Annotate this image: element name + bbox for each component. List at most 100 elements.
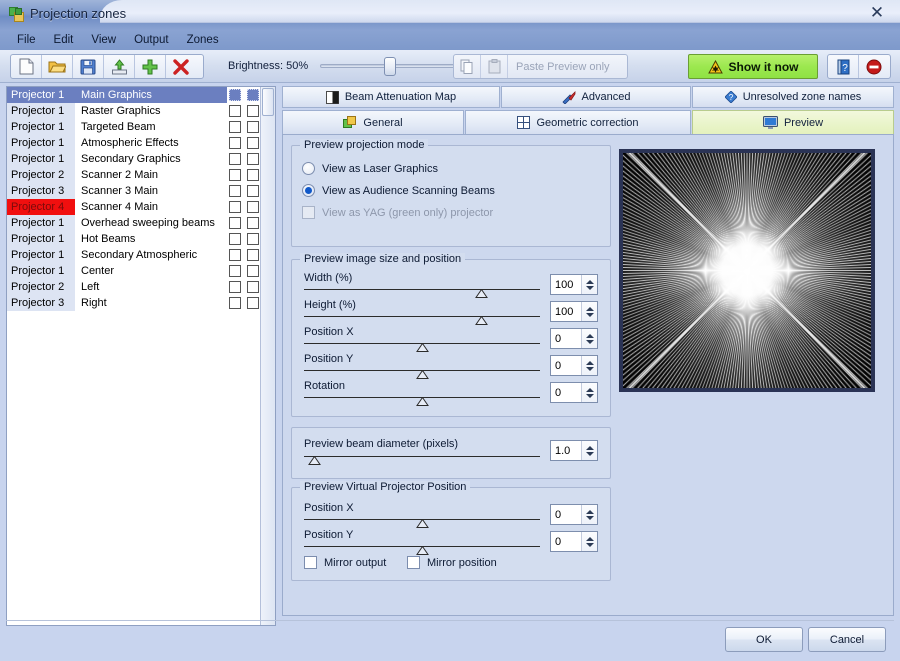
stop-prohibited-icon[interactable] bbox=[859, 55, 889, 78]
zone-list-item[interactable]: Projector 3Scanner 3 Main bbox=[7, 183, 275, 199]
menu-zones[interactable]: Zones bbox=[178, 32, 228, 48]
zone-checkbox-b[interactable] bbox=[247, 281, 259, 293]
brightness-slider[interactable] bbox=[320, 64, 460, 68]
tab-unresolved-zone-names[interactable]: ? Unresolved zone names bbox=[692, 86, 894, 108]
spinner-down-icon[interactable] bbox=[586, 452, 594, 456]
zone-checkbox-a[interactable] bbox=[229, 265, 241, 277]
spinner-down-icon[interactable] bbox=[586, 367, 594, 371]
zone-checkbox-a[interactable] bbox=[229, 281, 241, 293]
spinner-up-icon[interactable] bbox=[586, 280, 594, 284]
zone-list-item[interactable]: Projector 1Hot Beams bbox=[7, 231, 275, 247]
zone-checkbox-b[interactable] bbox=[247, 249, 259, 261]
laser-preview-render[interactable] bbox=[619, 149, 875, 392]
zone-checkbox-b[interactable] bbox=[247, 217, 259, 229]
slider-spinner[interactable]: 0 bbox=[550, 504, 598, 525]
add-button[interactable] bbox=[135, 55, 166, 78]
zone-list-item[interactable]: Projector 3Right bbox=[7, 295, 275, 311]
slider-spinner[interactable]: 100 bbox=[550, 274, 598, 295]
checkbox-mirror-output[interactable] bbox=[304, 556, 317, 569]
menu-file[interactable]: File bbox=[8, 32, 45, 48]
zone-checkbox-b[interactable] bbox=[247, 121, 259, 133]
tab-general[interactable]: General bbox=[282, 110, 464, 135]
spinner-down-icon[interactable] bbox=[586, 286, 594, 290]
show-it-now-button[interactable]: Show it now bbox=[688, 54, 818, 79]
ok-button[interactable]: OK bbox=[725, 627, 803, 652]
radio-view-audience-scanning[interactable] bbox=[302, 184, 315, 197]
spinner-arrows[interactable] bbox=[581, 532, 597, 551]
spinner-down-icon[interactable] bbox=[586, 313, 594, 317]
export-button[interactable] bbox=[104, 55, 135, 78]
option-mirror-position[interactable]: Mirror position bbox=[407, 556, 497, 569]
copy-pages-icon[interactable] bbox=[454, 55, 481, 78]
spinner-down-icon[interactable] bbox=[586, 516, 594, 520]
menu-output[interactable]: Output bbox=[125, 32, 178, 48]
zone-checkbox-a[interactable] bbox=[229, 89, 241, 101]
spinner-value[interactable]: 100 bbox=[551, 279, 581, 291]
zone-list-item[interactable]: Projector 1Raster Graphics bbox=[7, 103, 275, 119]
spinner-down-icon[interactable] bbox=[586, 394, 594, 398]
zone-checkbox-b[interactable] bbox=[247, 153, 259, 165]
cancel-button[interactable]: Cancel bbox=[808, 627, 886, 652]
zone-checkbox-a[interactable] bbox=[229, 121, 241, 133]
zone-list-item[interactable]: Projector 1Secondary Graphics bbox=[7, 151, 275, 167]
zone-checkbox-b[interactable] bbox=[247, 137, 259, 149]
zone-list-item[interactable]: Projector 1Center bbox=[7, 263, 275, 279]
spinner-arrows[interactable] bbox=[581, 505, 597, 524]
open-button[interactable] bbox=[42, 55, 73, 78]
menu-view[interactable]: View bbox=[82, 32, 125, 48]
slider-thumb[interactable] bbox=[416, 343, 429, 352]
zone-checkbox-a[interactable] bbox=[229, 249, 241, 261]
slider-track[interactable] bbox=[304, 316, 540, 317]
zone-checkbox-a[interactable] bbox=[229, 297, 241, 309]
spinner-up-icon[interactable] bbox=[586, 446, 594, 450]
spinner-arrows[interactable] bbox=[581, 329, 597, 348]
beam-diameter-slider-track[interactable] bbox=[304, 456, 540, 457]
delete-button[interactable] bbox=[166, 55, 196, 78]
zone-list-item[interactable]: Projector 1Overhead sweeping beams bbox=[7, 215, 275, 231]
option-view-laser-graphics[interactable]: View as Laser Graphics bbox=[302, 162, 438, 175]
slider-spinner[interactable]: 0 bbox=[550, 328, 598, 349]
spinner-up-icon[interactable] bbox=[586, 307, 594, 311]
help-book-icon[interactable]: ? bbox=[828, 55, 859, 78]
slider-spinner[interactable]: 0 bbox=[550, 531, 598, 552]
zone-checkbox-a[interactable] bbox=[229, 105, 241, 117]
option-mirror-output[interactable]: Mirror output bbox=[304, 556, 386, 569]
zone-checkbox-b[interactable] bbox=[247, 233, 259, 245]
close-icon[interactable]: ✕ bbox=[864, 2, 890, 22]
zone-checkbox-a[interactable] bbox=[229, 233, 241, 245]
zone-checkbox-b[interactable] bbox=[247, 89, 259, 101]
checkbox-mirror-position[interactable] bbox=[407, 556, 420, 569]
spinner-down-icon[interactable] bbox=[586, 543, 594, 547]
slider-thumb[interactable] bbox=[416, 397, 429, 406]
zone-checkbox-a[interactable] bbox=[229, 201, 241, 213]
radio-view-laser-graphics[interactable] bbox=[302, 162, 315, 175]
spinner-up-icon[interactable] bbox=[586, 361, 594, 365]
slider-spinner[interactable]: 100 bbox=[550, 301, 598, 322]
tab-preview[interactable]: Preview bbox=[692, 110, 894, 135]
zone-checkbox-a[interactable] bbox=[229, 217, 241, 229]
spinner-down-icon[interactable] bbox=[586, 340, 594, 344]
spinner-value[interactable]: 0 bbox=[551, 509, 581, 521]
zone-checkbox-a[interactable] bbox=[229, 169, 241, 181]
clipboard-icon[interactable] bbox=[481, 55, 508, 78]
zone-checkbox-b[interactable] bbox=[247, 297, 259, 309]
spinner-value[interactable]: 0 bbox=[551, 387, 581, 399]
spinner-up-icon[interactable] bbox=[586, 510, 594, 514]
spinner-value[interactable]: 1.0 bbox=[551, 445, 581, 457]
slider-thumb[interactable] bbox=[416, 519, 429, 528]
zone-list-item[interactable]: Projector 1Targeted Beam bbox=[7, 119, 275, 135]
option-view-audience-scanning[interactable]: View as Audience Scanning Beams bbox=[302, 184, 495, 197]
slider-spinner[interactable]: 0 bbox=[550, 355, 598, 376]
new-zone-button[interactable] bbox=[11, 55, 42, 78]
beam-diameter-spinner[interactable]: 1.0 bbox=[550, 440, 598, 461]
spinner-arrows[interactable] bbox=[581, 383, 597, 402]
spinner-arrows[interactable] bbox=[581, 356, 597, 375]
tab-geometric-correction[interactable]: Geometric correction bbox=[465, 110, 691, 135]
zone-checkbox-b[interactable] bbox=[247, 265, 259, 277]
slider-track[interactable] bbox=[304, 289, 540, 290]
spinner-up-icon[interactable] bbox=[586, 388, 594, 392]
slider-thumb[interactable] bbox=[416, 370, 429, 379]
zone-checkbox-a[interactable] bbox=[229, 185, 241, 197]
zone-list-item[interactable]: Projector 4Scanner 4 Main bbox=[7, 199, 275, 215]
spinner-up-icon[interactable] bbox=[586, 537, 594, 541]
